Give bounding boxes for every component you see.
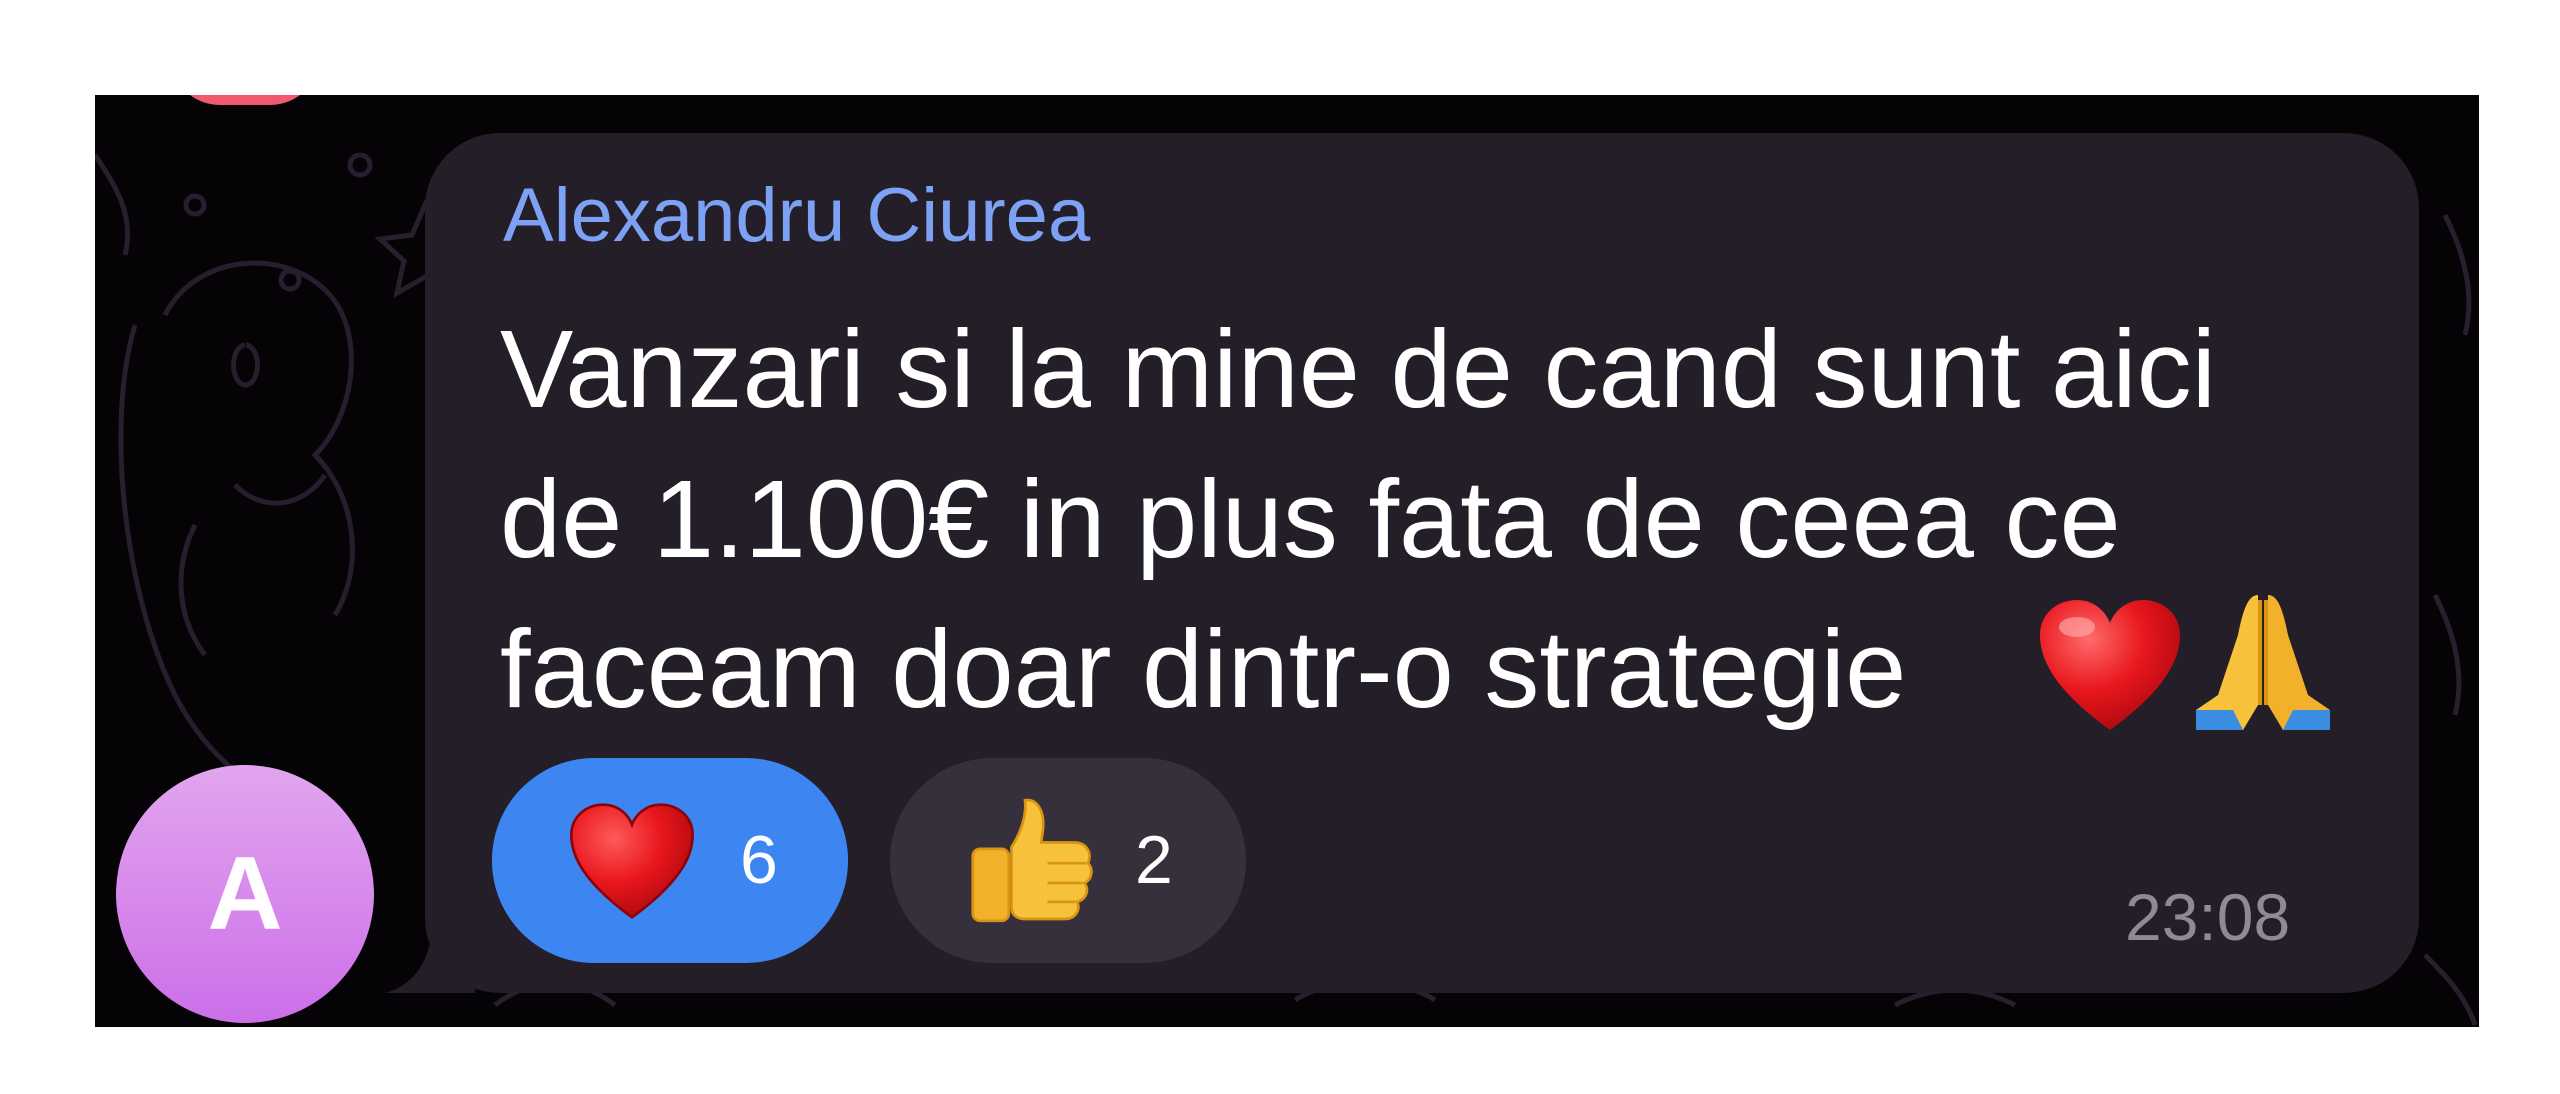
- message-line: de 1.100€ in plus fata de ceea ce: [500, 458, 2121, 581]
- avatar-initial: A: [207, 836, 283, 952]
- message-timestamp: 23:08: [2125, 880, 2291, 954]
- reaction-count: 6: [740, 822, 778, 898]
- thumbs-up-icon: [971, 798, 1093, 923]
- avatar[interactable]: A: [116, 765, 374, 1023]
- reaction-heart-button[interactable]: 6: [492, 758, 848, 963]
- sender-name[interactable]: Alexandru Ciurea: [503, 171, 1090, 261]
- message-line: Vanzari si la mine de cand sunt aici: [500, 308, 2217, 431]
- reaction-count: 2: [1135, 822, 1173, 898]
- chat-area[interactable]: Alexandru Ciurea Vanzari si la mine de c…: [95, 95, 2479, 1027]
- page: Alexandru Ciurea Vanzari si la mine de c…: [0, 0, 2560, 1094]
- folded-hands-emoji: [2196, 595, 2330, 730]
- reaction-thumbs-up-button[interactable]: 2: [890, 758, 1246, 963]
- heart-emoji: [2040, 600, 2180, 730]
- heart-icon: [570, 803, 694, 919]
